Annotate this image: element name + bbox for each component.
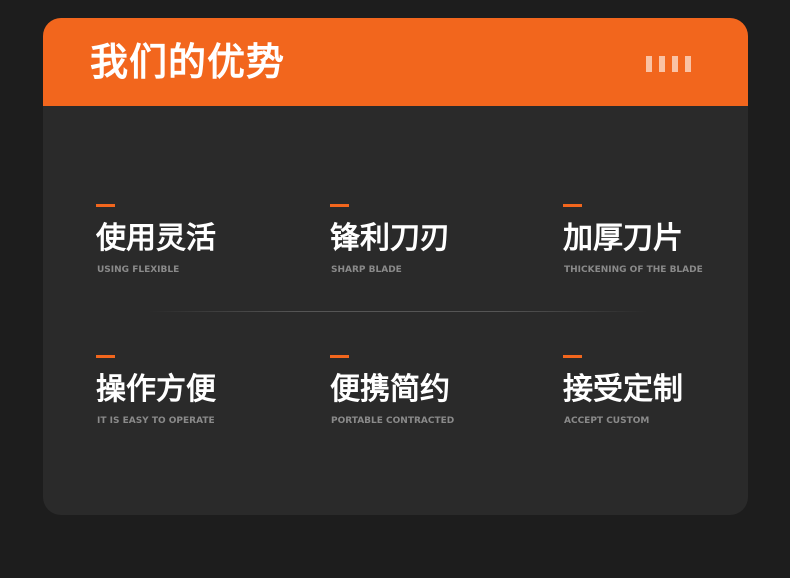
feature-subtitle: USING FLEXIBLE xyxy=(97,265,180,275)
feature-item-custom: 接受定制 ACCEPT CUSTOM xyxy=(563,355,748,427)
features-grid: 使用灵活 USING FLEXIBLE 锋利刀刃 SHARP BLADE 加厚刀… xyxy=(43,106,748,515)
decoration-bar xyxy=(672,56,678,72)
accent-bar xyxy=(96,204,115,207)
feature-title: 锋利刀刃 xyxy=(330,221,450,256)
feature-title: 操作方便 xyxy=(96,372,216,407)
decoration-bar xyxy=(646,56,652,72)
row-divider xyxy=(148,311,648,312)
feature-subtitle: THICKENING OF THE BLADE xyxy=(564,265,703,275)
accent-bar xyxy=(563,204,582,207)
decoration-bar xyxy=(659,56,665,72)
accent-bar xyxy=(96,355,115,358)
decoration-bar xyxy=(685,56,691,72)
feature-title: 接受定制 xyxy=(563,372,683,407)
feature-item-easy-operate: 操作方便 IT IS EASY TO OPERATE xyxy=(96,355,296,427)
feature-item-sharp-blade: 锋利刀刃 SHARP BLADE xyxy=(330,204,530,276)
feature-item-flexible: 使用灵活 USING FLEXIBLE xyxy=(96,204,296,276)
feature-item-thick-blade: 加厚刀片 THICKENING OF THE BLADE xyxy=(563,204,748,276)
page-title: 我们的优势 xyxy=(90,40,286,84)
feature-subtitle: SHARP BLADE xyxy=(331,265,402,275)
feature-subtitle: PORTABLE CONTRACTED xyxy=(331,416,455,426)
feature-subtitle: ACCEPT CUSTOM xyxy=(564,416,650,426)
accent-bar xyxy=(563,355,582,358)
accent-bar xyxy=(330,204,349,207)
feature-item-portable: 便携简约 PORTABLE CONTRACTED xyxy=(330,355,530,427)
feature-title: 便携简约 xyxy=(330,372,450,407)
card-header: 我们的优势 xyxy=(43,18,748,106)
feature-title: 使用灵活 xyxy=(96,221,216,256)
accent-bar xyxy=(330,355,349,358)
advantages-card: 我们的优势 使用灵活 USING FLEXIBLE 锋利刀刃 SHARP BLA… xyxy=(43,18,748,515)
feature-title: 加厚刀片 xyxy=(563,221,683,256)
header-decoration-bars xyxy=(646,56,691,72)
feature-subtitle: IT IS EASY TO OPERATE xyxy=(97,416,215,426)
